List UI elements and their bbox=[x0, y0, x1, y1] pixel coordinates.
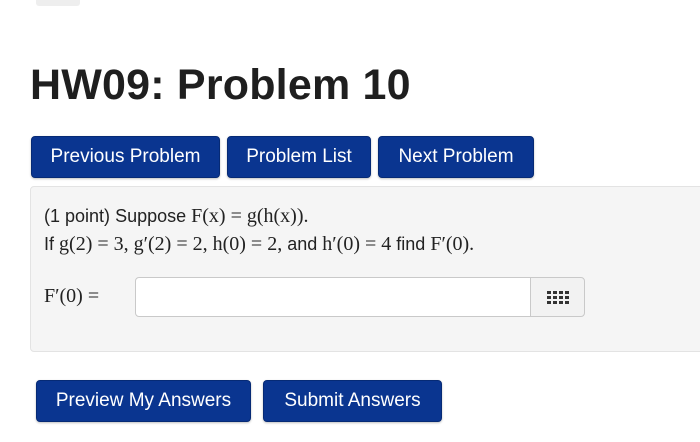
problem-statement-line-1: (1 point) Suppose F(x) = g(h(x)). bbox=[44, 205, 309, 228]
target-math: F′(0). bbox=[430, 233, 475, 255]
problem-panel: (1 point) Suppose F(x) = g(h(x)). If g(2… bbox=[30, 186, 700, 352]
submit-answers-button[interactable]: Submit Answers bbox=[263, 380, 442, 422]
if-text: If bbox=[44, 234, 55, 254]
answer-input[interactable] bbox=[135, 277, 531, 317]
problem-statement-line-2: If g(2) = 3, g′(2) = 2, h(0) = 2, and h′… bbox=[44, 233, 474, 256]
suppose-text: Suppose bbox=[115, 206, 187, 226]
find-text: find bbox=[396, 234, 426, 254]
top-edge-element bbox=[36, 0, 80, 6]
preview-answers-button[interactable]: Preview My Answers bbox=[36, 380, 251, 422]
answer-label: F′(0) = bbox=[44, 285, 100, 307]
function-definition-math: F(x) = g(h(x)). bbox=[191, 205, 309, 227]
and-text: and bbox=[287, 234, 318, 254]
previous-problem-button[interactable]: Previous Problem bbox=[31, 136, 220, 178]
grid-icon bbox=[546, 290, 569, 304]
page-title: HW09: Problem 10 bbox=[30, 61, 411, 109]
points-label: (1 point) bbox=[44, 206, 111, 226]
equation-palette-button[interactable] bbox=[530, 277, 585, 317]
next-problem-button[interactable]: Next Problem bbox=[378, 136, 534, 178]
given-values-math: g(2) = 3, g′(2) = 2, h(0) = 2, bbox=[59, 233, 283, 255]
h-prime-math: h′(0) = 4 bbox=[322, 233, 392, 255]
problem-list-button[interactable]: Problem List bbox=[227, 136, 371, 178]
